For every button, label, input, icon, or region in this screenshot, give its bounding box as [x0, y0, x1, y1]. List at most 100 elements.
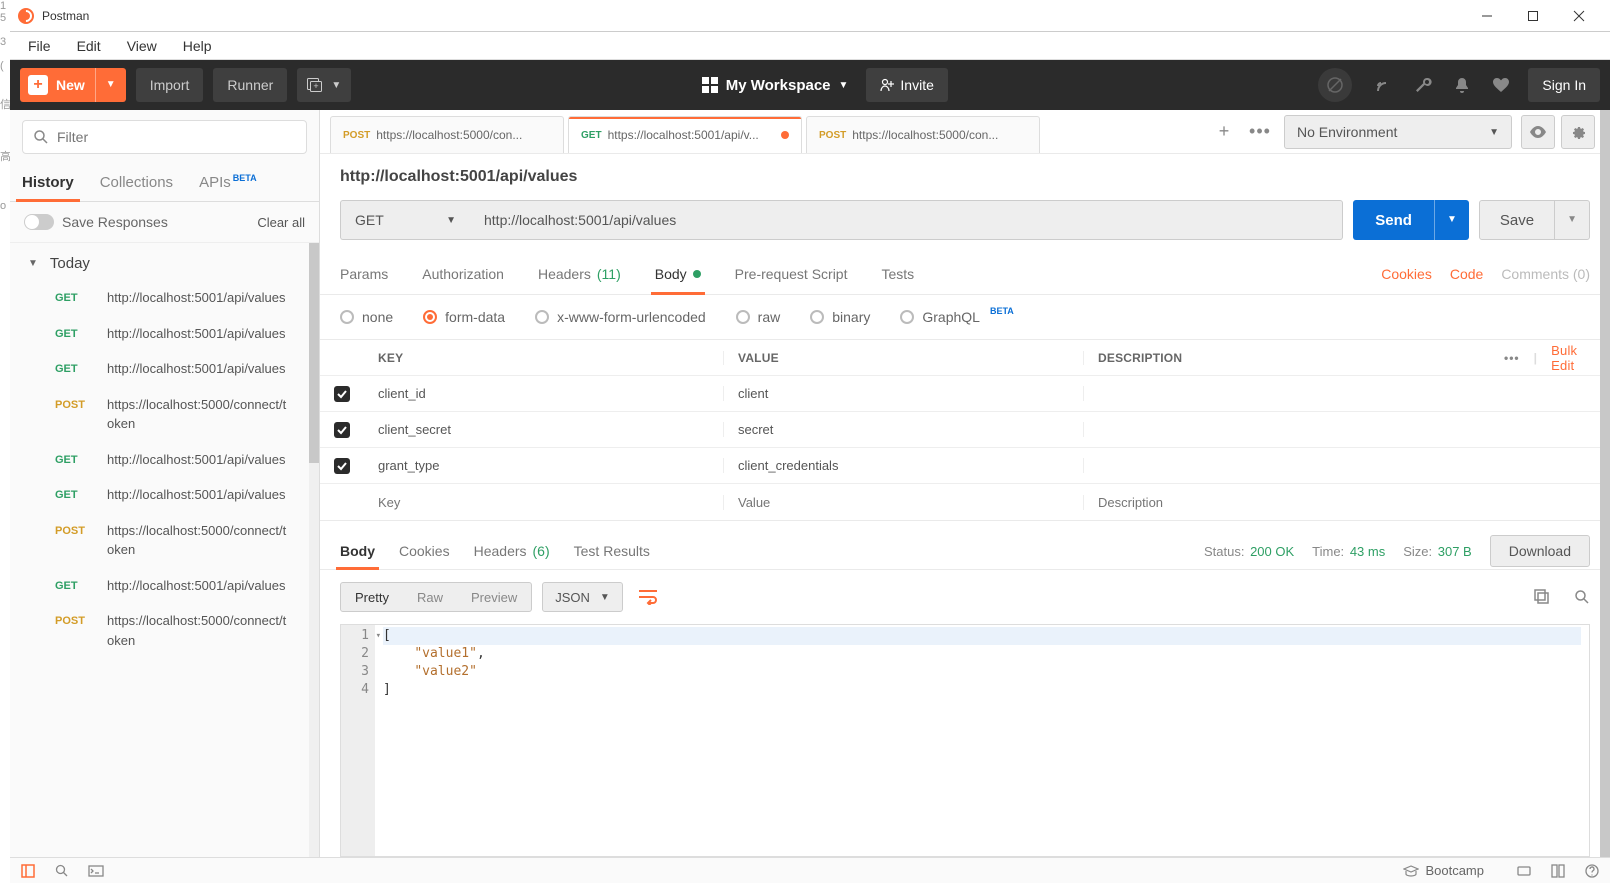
bulk-edit-link[interactable]: Bulk Edit [1551, 343, 1596, 373]
bodytype-xwww[interactable]: x-www-form-urlencoded [535, 309, 706, 325]
row-key[interactable]: client_secret [364, 422, 724, 437]
menu-file[interactable]: File [18, 34, 61, 58]
url-input[interactable] [470, 200, 1343, 240]
code-link[interactable]: Code [1450, 266, 1483, 282]
menu-help[interactable]: Help [173, 34, 222, 58]
console-icon[interactable] [88, 863, 104, 879]
add-tab-button[interactable]: + [1206, 110, 1242, 153]
history-item[interactable]: GEThttp://localhost:5001/api/values [10, 477, 319, 513]
bodytype-none[interactable]: none [340, 309, 393, 325]
row-checkbox[interactable] [334, 386, 350, 402]
subtab-authorization[interactable]: Authorization [422, 254, 504, 294]
response-body[interactable]: 1234 [ "value1", "value2"] [340, 624, 1590, 857]
bell-icon[interactable] [1454, 76, 1470, 94]
find-icon[interactable] [54, 863, 70, 879]
bodytype-graphql[interactable]: GraphQLBETA [900, 309, 1013, 325]
history-item[interactable]: POSThttps://localhost:5000/connect/token [10, 603, 319, 658]
view-pretty[interactable]: Pretty [341, 583, 403, 611]
resptab-headers[interactable]: Headers (6) [474, 533, 550, 569]
request-tab[interactable]: POSThttps://localhost:5000/con... [806, 116, 1040, 153]
value-input-empty[interactable] [738, 495, 1069, 510]
key-input-empty[interactable] [378, 495, 709, 510]
form-row[interactable]: client_secret secret [320, 412, 1610, 448]
shortcuts-icon[interactable] [1516, 863, 1532, 879]
row-checkbox[interactable] [334, 422, 350, 438]
history-item[interactable]: POSThttps://localhost:5000/connect/token [10, 513, 319, 568]
tab-menu-button[interactable]: ••• [1242, 110, 1278, 153]
send-dropdown[interactable]: ▼ [1434, 200, 1469, 240]
content-scrollbar-thumb[interactable] [1600, 110, 1610, 857]
resptab-body[interactable]: Body [340, 533, 375, 569]
subtab-params[interactable]: Params [340, 254, 388, 294]
bodytype-formdata[interactable]: form-data [423, 309, 505, 325]
sidebar-tab-apis[interactable]: APIsBETA [199, 164, 257, 201]
heart-icon[interactable] [1492, 77, 1510, 93]
row-checkbox[interactable] [334, 458, 350, 474]
clear-all-link[interactable]: Clear all [257, 215, 305, 230]
environment-settings-button[interactable] [1561, 115, 1595, 149]
row-key[interactable]: grant_type [364, 458, 724, 473]
row-value[interactable]: client_credentials [724, 458, 1084, 473]
method-selector[interactable]: GET ▼ [340, 200, 470, 240]
bodytype-raw[interactable]: raw [736, 309, 781, 325]
sync-off-icon[interactable] [1318, 68, 1352, 102]
save-responses-toggle[interactable] [24, 214, 54, 230]
form-row[interactable]: grant_type client_credentials [320, 448, 1610, 484]
close-button[interactable] [1556, 0, 1602, 32]
form-row[interactable]: client_id client [320, 376, 1610, 412]
history-item[interactable]: GEThttp://localhost:5001/api/values [10, 568, 319, 604]
history-item[interactable]: GEThttp://localhost:5001/api/values [10, 280, 319, 316]
menu-view[interactable]: View [117, 34, 167, 58]
sidebar-toggle-icon[interactable] [20, 863, 36, 879]
wrap-line-button[interactable] [633, 582, 663, 612]
history-item[interactable]: POSThttps://localhost:5000/connect/token [10, 387, 319, 442]
download-button[interactable]: Download [1490, 535, 1590, 567]
bodytype-binary[interactable]: binary [810, 309, 870, 325]
bootcamp-link[interactable]: Bootcamp [1403, 863, 1484, 878]
view-preview[interactable]: Preview [457, 583, 531, 611]
subtab-prerequest[interactable]: Pre-request Script [735, 254, 848, 294]
resptab-tests[interactable]: Test Results [574, 533, 650, 569]
runner-button[interactable]: Runner [213, 68, 287, 102]
two-pane-icon[interactable] [1550, 863, 1566, 879]
copy-icon[interactable] [1534, 589, 1550, 605]
cookies-link[interactable]: Cookies [1381, 266, 1432, 282]
minimize-button[interactable] [1464, 0, 1510, 32]
more-menu-icon[interactable]: ••• [1504, 351, 1520, 365]
history-group-today[interactable]: ▼ Today [10, 243, 319, 280]
content-scrollbar-track[interactable] [1600, 110, 1610, 857]
comments-link[interactable]: Comments (0) [1501, 266, 1590, 282]
subtab-headers[interactable]: Headers (11) [538, 254, 621, 294]
environment-selector[interactable]: No Environment ▼ [1284, 115, 1512, 149]
satellite-icon[interactable] [1374, 76, 1392, 94]
filter-input[interactable] [57, 129, 296, 145]
resptab-cookies[interactable]: Cookies [399, 533, 450, 569]
sidebar-scrollbar-track[interactable] [309, 243, 319, 857]
sidebar-tab-collections[interactable]: Collections [100, 164, 173, 201]
open-new-button[interactable]: + ▼ [297, 68, 351, 102]
view-raw[interactable]: Raw [403, 583, 457, 611]
form-empty-row[interactable] [320, 484, 1610, 520]
row-value[interactable]: client [724, 386, 1084, 401]
import-button[interactable]: Import [136, 68, 204, 102]
new-button[interactable]: + New ▼ [20, 68, 126, 102]
filter-box[interactable] [22, 120, 307, 154]
format-selector[interactable]: JSON ▼ [542, 582, 623, 612]
row-key[interactable]: client_id [364, 386, 724, 401]
row-value[interactable]: secret [724, 422, 1084, 437]
save-dropdown[interactable]: ▼ [1554, 200, 1589, 240]
subtab-tests[interactable]: Tests [881, 254, 914, 294]
menu-edit[interactable]: Edit [67, 34, 111, 58]
history-item[interactable]: GEThttp://localhost:5001/api/values [10, 316, 319, 352]
signin-button[interactable]: Sign In [1528, 68, 1600, 102]
wrench-icon[interactable] [1414, 76, 1432, 94]
send-button[interactable]: Send ▼ [1353, 200, 1469, 240]
history-item[interactable]: GEThttp://localhost:5001/api/values [10, 442, 319, 478]
request-tab[interactable]: GEThttps://localhost:5001/api/v... [568, 116, 802, 153]
save-button[interactable]: Save ▼ [1479, 200, 1590, 240]
help-icon[interactable] [1584, 863, 1600, 879]
maximize-button[interactable] [1510, 0, 1556, 32]
subtab-body[interactable]: Body [655, 254, 701, 294]
invite-button[interactable]: Invite [866, 68, 947, 102]
request-tab[interactable]: POSThttps://localhost:5000/con... [330, 116, 564, 153]
